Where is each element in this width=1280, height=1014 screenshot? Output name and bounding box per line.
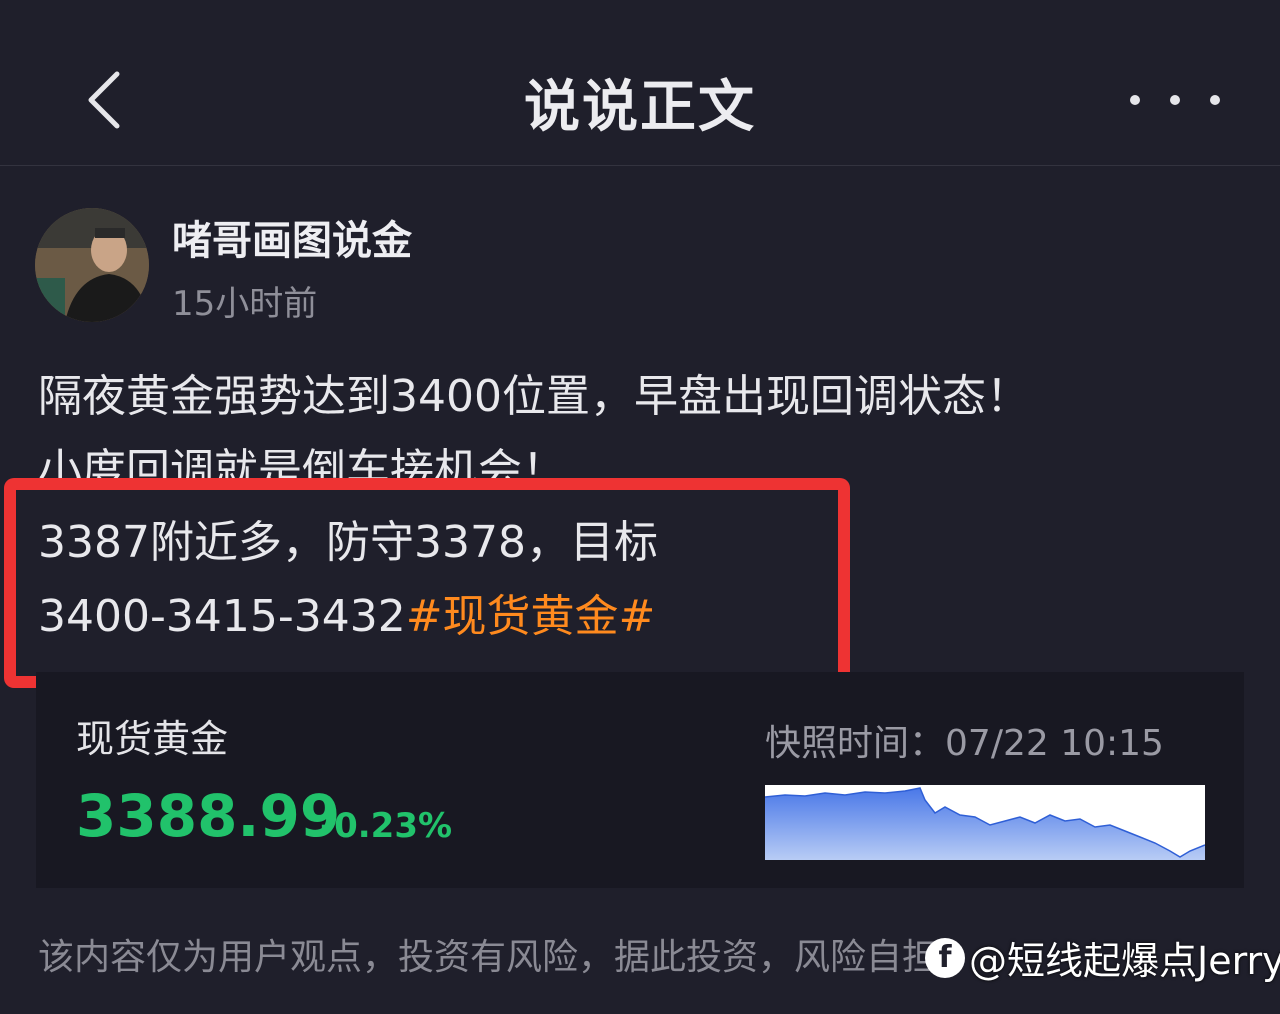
sparkline-graph	[764, 787, 1206, 860]
watermark-text: @短线起爆点Jerry	[969, 939, 1280, 983]
avatar-image	[35, 208, 149, 322]
sparkline-chart	[764, 785, 1206, 860]
page-title: 说说正文	[524, 75, 756, 140]
snapshot-value: 07/22 10:15	[945, 723, 1164, 764]
hashtag-link[interactable]: #现货黄金#	[406, 591, 656, 642]
author-name[interactable]: 啫哥画图说金	[172, 208, 412, 266]
highlighted-post-text: 3387附近多，防守3378，目标 3400-3415-3432#现货黄金#	[38, 506, 658, 654]
post-line: 3400-3415-3432#现货黄金#	[38, 580, 658, 654]
target-levels: 3400-3415-3432	[38, 591, 406, 642]
instrument-price: 3388.99	[76, 782, 341, 850]
risk-disclaimer: 该内容仅为用户观点，投资有风险，据此投资，风险自担	[38, 937, 939, 978]
price-change: -0.23%	[320, 806, 453, 846]
snapshot-label: 快照时间：	[765, 723, 946, 764]
post-line: 3387附近多，防守3378，目标	[38, 517, 658, 568]
snapshot-time: 快照时间：07/22 10:15	[765, 714, 1164, 766]
watermark-logo-icon: f	[925, 937, 965, 978]
more-options-button[interactable]	[1130, 80, 1220, 120]
post-content: 隔夜黄金强势达到3400位置，早盘出现回调状态！ 小度回调就是倒车接机会！	[38, 360, 1258, 486]
top-navigation-bar: 说说正文	[0, 0, 1280, 166]
more-horizontal-icon	[1130, 95, 1140, 105]
author-avatar[interactable]	[35, 208, 149, 322]
instrument-name: 现货黄金	[76, 717, 229, 761]
watermark: f @短线起爆点Jerry	[925, 930, 1280, 985]
post-line: 隔夜黄金强势达到3400位置，早盘出现回调状态！	[38, 371, 1030, 422]
post-time: 15小时前	[172, 284, 318, 324]
